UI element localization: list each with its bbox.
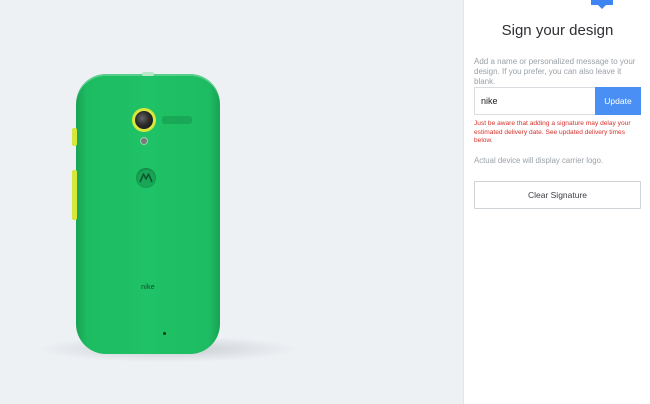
camera-icon [132, 108, 156, 132]
clear-signature-button[interactable]: Clear Signature [474, 181, 641, 209]
panel-title: Sign your design [501, 22, 614, 39]
phone-back-preview: nike [72, 72, 220, 354]
motorola-m-icon [139, 173, 153, 183]
headphone-jack [142, 72, 154, 76]
carrier-logo-note: Actual device will display carrier logo. [474, 156, 604, 165]
camera-lens [135, 111, 153, 129]
speaker-grille [162, 116, 192, 124]
panel-description: Add a name or personalized message to yo… [474, 57, 636, 86]
microphone-hole [163, 332, 166, 335]
power-button [72, 128, 77, 146]
update-button[interactable]: Update [595, 87, 641, 115]
engraved-signature: nike [141, 284, 155, 291]
signature-panel: Sign your design Add a name or personali… [463, 0, 650, 404]
delivery-warning: Just be aware that adding a signature ma… [474, 120, 631, 145]
active-step-indicator [591, 0, 613, 9]
signature-input[interactable] [474, 87, 595, 115]
flash-icon [141, 138, 147, 144]
volume-button [72, 170, 77, 220]
device-preview-area: nike [0, 0, 463, 404]
signature-input-row: Update [474, 87, 641, 115]
motorola-logo-icon [136, 168, 156, 188]
